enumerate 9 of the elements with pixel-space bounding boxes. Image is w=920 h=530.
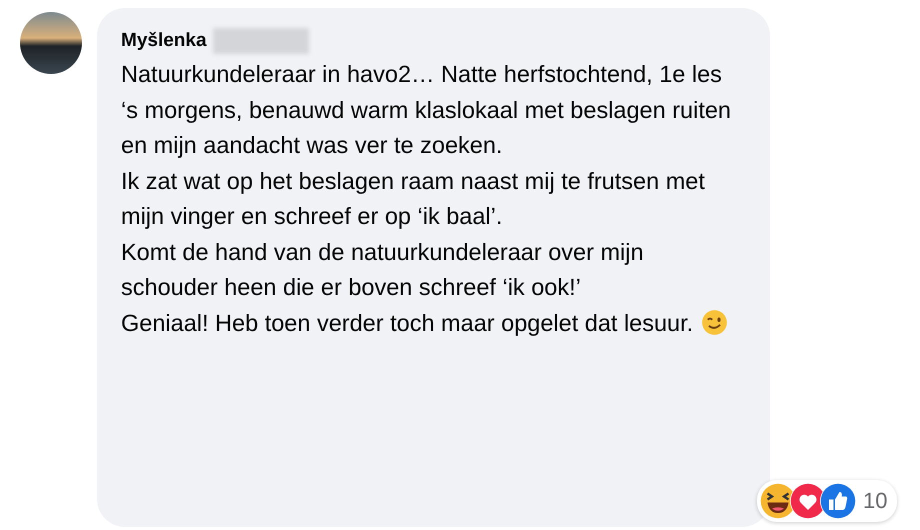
- comment-text: Komt de hand van de natuurkundeleraar over mijn schouder heen die er boven schreef ‘ik ook!’: [121, 238, 645, 302]
- thumbs-up-icon: [820, 483, 856, 519]
- author-name[interactable]: Myšlenka: [121, 30, 207, 52]
- comment-text: Ik zat wat op het beslagen raam naast mij te frutsen met mijn vinger en schreef er op ‘ik baal’.: [121, 166, 706, 231]
- comment-text: Geniaal! Heb toen verder toch maar opgelet dat lesuur.: [121, 306, 741, 341]
- comment-text: Natuurkundeleraar in havo2… Natte herfstochtend, 1e les ‘s morgens, benauwd warm klaslokaal met beslagen ruiten en mijn aandacht was ver te zoeken.: [121, 60, 732, 160]
- wink-emoji-icon: [701, 308, 728, 336]
- reactions-pill[interactable]: 10: [757, 480, 898, 522]
- reaction-count: 10: [863, 488, 888, 514]
